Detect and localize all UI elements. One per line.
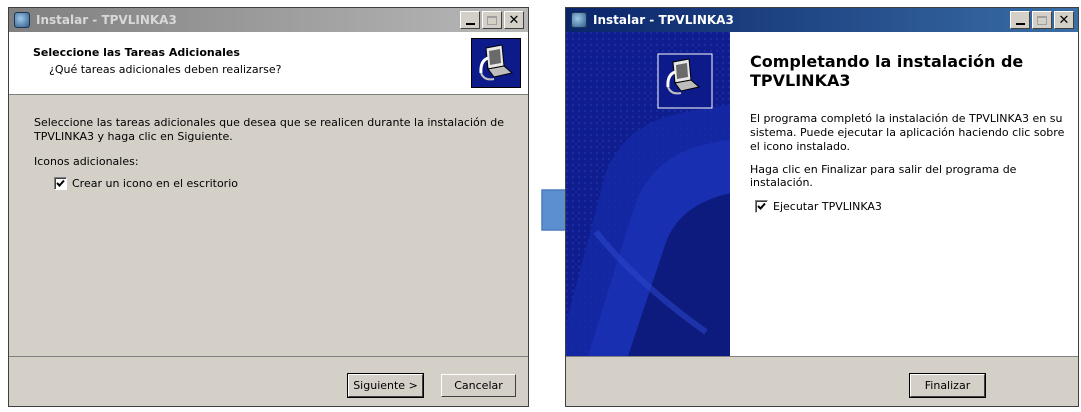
checkmark-icon xyxy=(757,202,766,210)
installer-app-icon xyxy=(571,12,587,28)
setup-wizard-tasks-window: Instalar - TPVLINKA3 ✕ Seleccione las Ta… xyxy=(8,7,529,407)
checkmark-icon xyxy=(56,179,65,187)
wizard-header: Seleccione las Tareas Adicionales ¿Qué t… xyxy=(9,32,528,95)
title-bar[interactable]: Instalar - TPVLINKA3 ✕ xyxy=(566,8,1078,32)
maximize-icon xyxy=(1037,15,1047,25)
minimize-icon xyxy=(1015,23,1025,25)
finish-instructions: Haga clic en Finalizar para salir del pr… xyxy=(750,163,1017,189)
finish-message: El programa completó la instalación de T… xyxy=(750,112,1065,153)
close-icon: ✕ xyxy=(508,12,520,28)
wizard-footer: Finalizar xyxy=(566,356,1078,406)
minimize-icon xyxy=(465,23,475,25)
run-app-checkbox-label: Ejecutar TPVLINKA3 xyxy=(773,200,882,213)
desktop-icon-checkbox-label: Crear un icono en el escritorio xyxy=(72,177,238,190)
minimize-button[interactable] xyxy=(1010,11,1030,29)
installer-computer-icon xyxy=(471,38,521,88)
close-icon: ✕ xyxy=(1058,12,1070,28)
finish-button[interactable]: Finalizar xyxy=(909,373,986,398)
minimize-button[interactable] xyxy=(460,11,480,29)
page-subtitle: ¿Qué tareas adicionales deben realizarse… xyxy=(49,63,282,76)
page-title: Seleccione las Tareas Adicionales xyxy=(33,46,240,59)
maximize-button xyxy=(1032,11,1052,29)
run-app-checkbox[interactable] xyxy=(755,200,768,213)
close-button[interactable]: ✕ xyxy=(1054,11,1074,29)
setup-wizard-finish-window: Instalar - TPVLINKA3 ✕ Completando la in… xyxy=(565,7,1079,407)
maximize-button xyxy=(482,11,502,29)
finish-heading: Completando la instalación de TPVLINKA3 xyxy=(750,52,1024,90)
run-app-option[interactable]: Ejecutar TPVLINKA3 xyxy=(755,200,882,213)
window-title: Instalar - TPVLINKA3 xyxy=(593,13,734,27)
wizard-side-image xyxy=(566,32,730,358)
wizard-footer: Siguiente > Cancelar xyxy=(9,356,528,406)
close-button[interactable]: ✕ xyxy=(504,11,524,29)
tasks-description: Seleccione las tareas adicionales que de… xyxy=(34,116,504,143)
window-title: Instalar - TPVLINKA3 xyxy=(36,13,177,27)
desktop-icon-option[interactable]: Crear un icono en el escritorio xyxy=(54,177,238,190)
installer-app-icon xyxy=(14,12,30,28)
cancel-button[interactable]: Cancelar xyxy=(441,374,516,397)
next-button[interactable]: Siguiente > xyxy=(347,373,424,398)
title-bar[interactable]: Instalar - TPVLINKA3 ✕ xyxy=(9,8,528,32)
maximize-icon xyxy=(487,15,497,25)
wizard-finish-content: Completando la instalación de TPVLINKA3 … xyxy=(730,32,1078,358)
desktop-icon-checkbox[interactable] xyxy=(54,177,67,190)
additional-icons-label: Iconos adicionales: xyxy=(34,155,139,168)
wizard-body: Seleccione las tareas adicionales que de… xyxy=(9,96,528,357)
